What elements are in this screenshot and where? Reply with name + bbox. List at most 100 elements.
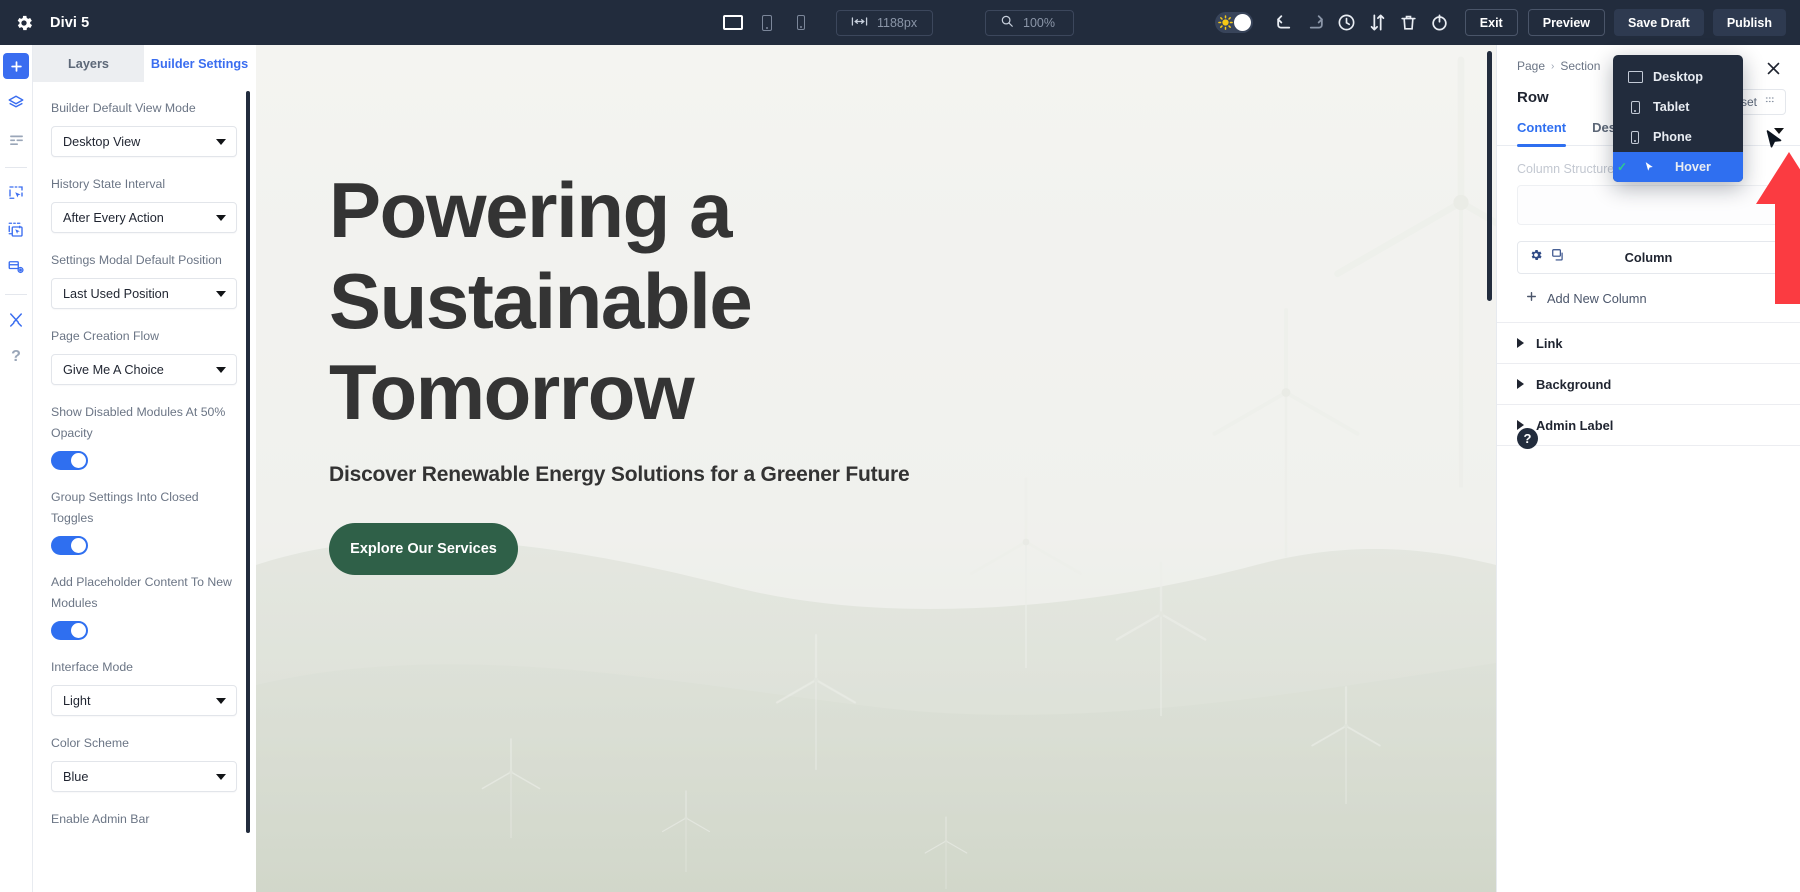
- close-icon[interactable]: [1762, 57, 1784, 79]
- toggle-knob: [71, 623, 86, 638]
- select-history-state-interval[interactable]: After Every Action: [51, 202, 237, 233]
- wrench-screwdriver-icon: [10, 313, 22, 327]
- select-page-creation-flow[interactable]: Give Me A Choice: [51, 354, 237, 385]
- rail-item-select-single[interactable]: [3, 180, 29, 206]
- toggle-group-settings-closed[interactable]: [51, 536, 88, 555]
- duplicate-icon[interactable]: [1551, 248, 1565, 267]
- rail-item-responsive-preview[interactable]: [3, 254, 29, 280]
- dropdown-item-phone[interactable]: Phone: [1613, 122, 1743, 152]
- toggle-knob: [71, 538, 86, 553]
- gear-icon[interactable]: [1529, 248, 1543, 267]
- field-page-creation-flow: Page Creation Flow Give Me A Choice: [51, 326, 237, 385]
- toggle-section-link[interactable]: Link: [1497, 322, 1800, 363]
- chevron-down-icon: [216, 366, 226, 373]
- viewport-tablet-button[interactable]: [752, 9, 782, 37]
- select-color-scheme[interactable]: Blue: [51, 761, 237, 792]
- field-label: Enable Admin Bar: [51, 812, 150, 826]
- chevron-down-icon[interactable]: [1774, 128, 1784, 134]
- triangle-right-icon: [1517, 379, 1524, 389]
- redo-icon[interactable]: [1300, 8, 1331, 38]
- breadcrumb-separator-icon: ›: [1551, 60, 1555, 72]
- undo-icon[interactable]: [1269, 8, 1300, 38]
- reset-icon: [1764, 95, 1776, 110]
- rail-item-select-multi[interactable]: [3, 217, 29, 243]
- history-clock-icon[interactable]: [1331, 8, 1362, 38]
- chevron-down-icon: [216, 214, 226, 221]
- select-builder-default-view-mode[interactable]: Desktop View: [51, 126, 237, 157]
- tablet-icon: [762, 14, 772, 31]
- column-row[interactable]: Column: [1517, 241, 1780, 274]
- light-dark-toggle[interactable]: [1214, 12, 1253, 33]
- select-value: Blue: [63, 769, 89, 784]
- tab-layers[interactable]: Layers: [33, 45, 144, 82]
- field-label: Interface Mode: [51, 660, 134, 674]
- multiselect-icon: [8, 222, 23, 237]
- zoom-value: 100%: [1023, 15, 1055, 30]
- field-interface-mode: Interface Mode Light: [51, 657, 237, 716]
- toggle-section-admin-label[interactable]: Admin Label: [1497, 404, 1800, 445]
- power-icon[interactable]: [1424, 8, 1455, 38]
- top-toolbar: Divi 5 1188px 100% Exit Preview Save Dra…: [0, 0, 1800, 45]
- row-settings-toggle-list: Link Background Admin Label: [1497, 322, 1800, 446]
- panel-divider: [1497, 445, 1800, 446]
- dropdown-item-label: Hover: [1675, 160, 1711, 174]
- toggle-knob: [71, 453, 86, 468]
- rail-item-tools[interactable]: [3, 307, 29, 333]
- explore-our-services-button[interactable]: Explore Our Services: [329, 523, 518, 575]
- chevron-down-icon: [216, 138, 226, 145]
- rail-item-add-module[interactable]: [3, 53, 29, 79]
- breadcrumb-page[interactable]: Page: [1517, 59, 1545, 73]
- canvas-scrollbar[interactable]: [1487, 51, 1492, 301]
- breadcrumb-section[interactable]: Section: [1560, 59, 1600, 73]
- field-settings-modal-default-position: Settings Modal Default Position Last Use…: [51, 250, 237, 309]
- save-draft-button[interactable]: Save Draft: [1614, 9, 1704, 36]
- select-value: After Every Action: [63, 210, 164, 225]
- gear-icon[interactable]: [14, 13, 34, 33]
- field-group-settings-closed-toggles: Group Settings Into Closed Toggles: [51, 487, 237, 555]
- toggle-add-placeholder-content[interactable]: [51, 621, 88, 640]
- add-new-column-button[interactable]: Add New Column: [1517, 290, 1780, 306]
- column-structure-preview[interactable]: [1517, 185, 1780, 225]
- check-icon: ✓: [1616, 160, 1628, 174]
- builder-settings-fields: Builder Default View Mode Desktop View H…: [33, 82, 255, 830]
- hero-subtitle: Discover Renewable Energy Solutions for …: [329, 463, 910, 486]
- rail-item-wireframe[interactable]: [3, 127, 29, 153]
- field-label: Group Settings Into Closed Toggles: [51, 490, 199, 525]
- toggle-section-background[interactable]: Background: [1497, 363, 1800, 404]
- field-builder-default-view-mode: Builder Default View Mode Desktop View: [51, 98, 237, 157]
- select-settings-modal-default-position[interactable]: Last Used Position: [51, 278, 237, 309]
- rail-item-layers[interactable]: [3, 90, 29, 116]
- field-history-state-interval: History State Interval After Every Actio…: [51, 174, 237, 233]
- field-label: Builder Default View Mode: [51, 101, 196, 115]
- toggle-show-disabled-modules[interactable]: [51, 451, 88, 470]
- viewport-desktop-button[interactable]: [718, 9, 748, 37]
- canvas-width-field[interactable]: 1188px: [836, 9, 933, 36]
- sun-icon: [1217, 15, 1233, 30]
- publish-button[interactable]: Publish: [1712, 9, 1786, 36]
- zoom-field[interactable]: 100%: [985, 9, 1074, 36]
- dropdown-item-label: Phone: [1653, 130, 1692, 144]
- rail-item-help[interactable]: ?: [3, 344, 29, 370]
- dropdown-item-tablet[interactable]: Tablet: [1613, 92, 1743, 122]
- trash-icon[interactable]: [1393, 8, 1424, 38]
- question-circle-icon[interactable]: ?: [1517, 428, 1538, 449]
- select-module-icon: [9, 186, 23, 199]
- chevron-down-icon: [216, 290, 226, 297]
- column-row-icons: [1529, 248, 1565, 267]
- exit-button[interactable]: Exit: [1464, 9, 1518, 36]
- preview-button[interactable]: Preview: [1527, 9, 1605, 36]
- tab-content[interactable]: Content: [1517, 120, 1567, 147]
- dropdown-item-label: Tablet: [1653, 100, 1690, 114]
- wireframe-icon: [9, 135, 23, 145]
- dropdown-item-hover[interactable]: ✓ Hover: [1613, 152, 1743, 182]
- tab-builder-settings[interactable]: Builder Settings: [144, 45, 255, 82]
- toggle-section-label: Background: [1536, 376, 1612, 392]
- viewport-phone-button[interactable]: [786, 9, 816, 37]
- builder-settings-panel: Layers Builder Settings Builder Default …: [33, 45, 255, 892]
- portability-icon[interactable]: [1362, 8, 1393, 38]
- select-interface-mode[interactable]: Light: [51, 685, 237, 716]
- field-enable-admin-bar: Enable Admin Bar: [51, 809, 237, 830]
- hero-content: Powering a Sustainable Tomorrow Discover…: [256, 45, 1496, 892]
- left-panel-scrollbar[interactable]: [246, 91, 250, 833]
- dropdown-item-desktop[interactable]: Desktop: [1613, 62, 1743, 92]
